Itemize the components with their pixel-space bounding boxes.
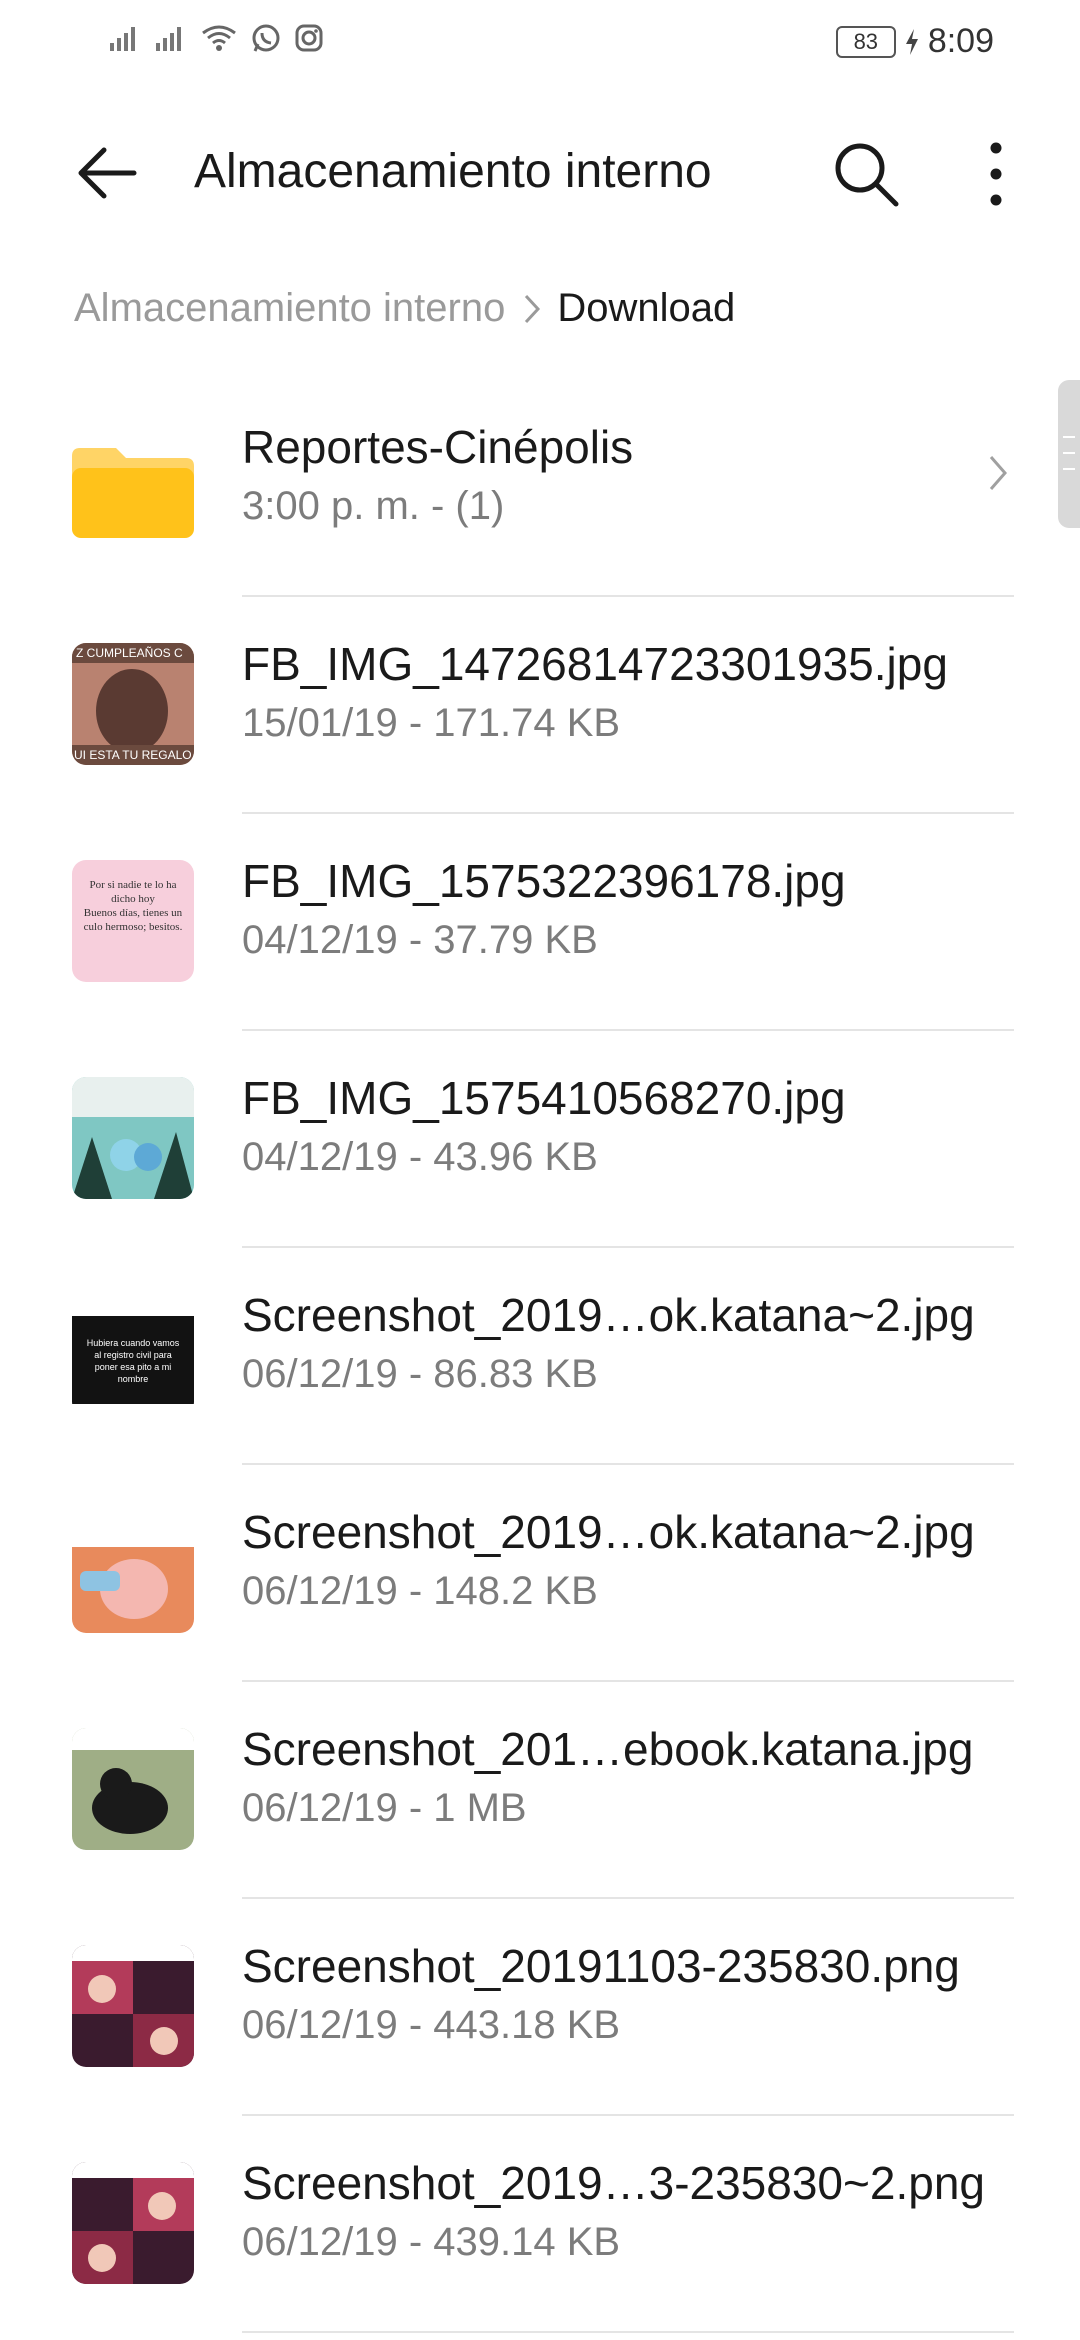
file-row[interactable]: Por si nadie te lo ha dicho hoy Buenos d…: [0, 814, 1080, 1031]
file-row[interactable]: Z CUMPLEAÑOS C UI ESTA TU REGALO FB_IMG_…: [0, 597, 1080, 814]
file-list: Reportes-Cinépolis 3:00 p. m. - (1) Z CU…: [0, 380, 1080, 2333]
svg-text:dicho hoy: dicho hoy: [111, 893, 155, 905]
file-name: Screenshot_201…ebook.katana.jpg: [242, 1723, 974, 1775]
image-thumbnail: [72, 1077, 194, 1199]
svg-text:UI ESTA TU REGALO: UI ESTA TU REGALO: [74, 748, 192, 762]
file-meta: 06/12/19 - 86.83 KB: [242, 1352, 598, 1396]
svg-text:Hubiera cuando vamos: Hubiera cuando vamos: [87, 1338, 180, 1348]
image-thumbnail: Por si nadie te lo ha dicho hoy Buenos d…: [72, 860, 194, 982]
file-meta: 06/12/19 - 443.18 KB: [242, 2003, 621, 2047]
more-options-button[interactable]: [966, 134, 1026, 214]
file-name: Screenshot_2019…ok.katana~2.jpg: [242, 1506, 975, 1558]
file-meta: 06/12/19 - 1 MB: [242, 1786, 527, 1830]
image-thumbnail: [72, 2162, 194, 2284]
signal-icon: [110, 27, 135, 51]
file-meta: 15/01/19 - 171.74 KB: [242, 701, 621, 745]
svg-text:nombre: nombre: [118, 1374, 149, 1384]
wifi-icon: [202, 25, 236, 51]
image-thumbnail: Hubiera cuando vamos al registro civil p…: [72, 1294, 194, 1416]
status-icons-left: [108, 22, 324, 54]
file-row[interactable]: FB_IMG_1575410568270.jpg 04/12/19 - 43.9…: [0, 1031, 1080, 1248]
clock: 8:09: [927, 22, 994, 60]
instagram-icon: [295, 24, 323, 52]
signal-icon-2: [156, 27, 181, 51]
status-icons-right: 83 8:09: [835, 22, 994, 61]
svg-text:culo hermoso; besitos.: culo hermoso; besitos.: [84, 921, 183, 933]
file-name: Screenshot_2019…ok.katana~2.jpg: [242, 1289, 975, 1341]
file-meta: 04/12/19 - 37.79 KB: [242, 918, 598, 962]
scrollbar-thumb[interactable]: [1058, 380, 1080, 528]
search-button[interactable]: [826, 134, 906, 214]
file-name: Screenshot_2019…3-235830~2.png: [242, 2157, 985, 2209]
folder-row[interactable]: Reportes-Cinépolis 3:00 p. m. - (1): [0, 380, 1080, 597]
file-name: FB_IMG_1575410568270.jpg: [242, 1072, 846, 1124]
image-thumbnail: [72, 1511, 194, 1633]
file-name: FB_IMG_1575322396178.jpg: [242, 855, 846, 907]
svg-text:Z CUMPLEAÑOS C: Z CUMPLEAÑOS C: [76, 646, 183, 660]
app-bar: Almacenamiento interno: [0, 118, 1080, 228]
folder-icon: [72, 426, 194, 548]
file-name: Screenshot_20191103-235830.png: [242, 1940, 960, 1992]
search-icon: [835, 143, 899, 207]
svg-text:al registro civil para: al registro civil para: [94, 1350, 172, 1360]
chevron-right-icon: [986, 452, 1010, 499]
whatsapp-icon: [252, 24, 280, 52]
divider: [242, 2331, 1014, 2333]
file-meta: 04/12/19 - 43.96 KB: [242, 1135, 598, 1179]
file-row[interactable]: Screenshot_2019…ok.katana~2.jpg 06/12/19…: [0, 1465, 1080, 1682]
file-row[interactable]: Hubiera cuando vamos al registro civil p…: [0, 1248, 1080, 1465]
folder-name: Reportes-Cinépolis: [242, 421, 634, 473]
file-meta: 06/12/19 - 148.2 KB: [242, 1569, 598, 1613]
file-row[interactable]: Screenshot_20191103-235830.png 06/12/19 …: [0, 1899, 1080, 2116]
file-meta: 06/12/19 - 439.14 KB: [242, 2220, 621, 2264]
file-row[interactable]: Screenshot_201…ebook.katana.jpg 06/12/19…: [0, 1682, 1080, 1899]
breadcrumb-root[interactable]: Almacenamiento interno: [74, 286, 505, 331]
back-button[interactable]: [70, 136, 144, 210]
file-name: FB_IMG_14726814723301935.jpg: [242, 638, 948, 690]
chevron-right-icon: [521, 292, 543, 326]
status-bar: 83 8:09: [0, 0, 1080, 84]
image-thumbnail: [72, 1728, 194, 1850]
page-title: Almacenamiento interno: [194, 145, 712, 198]
more-vert-icon: [990, 142, 1002, 206]
folder-meta: 3:00 p. m. - (1): [242, 484, 505, 528]
breadcrumb: Almacenamiento interno Download: [74, 286, 735, 331]
scroll-grip-line: [1063, 452, 1075, 454]
scroll-grip-line: [1063, 468, 1075, 470]
image-thumbnail: Z CUMPLEAÑOS C UI ESTA TU REGALO: [72, 643, 194, 765]
file-row[interactable]: Screenshot_2019…3-235830~2.png 06/12/19 …: [0, 2116, 1080, 2333]
svg-text:Por si nadie te lo ha: Por si nadie te lo ha: [89, 879, 176, 891]
arrow-back-icon: [78, 147, 137, 199]
svg-text:poner esa pito a mi: poner esa pito a mi: [95, 1362, 172, 1372]
charging-icon: [905, 28, 918, 55]
breadcrumb-current: Download: [557, 286, 736, 330]
battery-icon: 83: [835, 25, 896, 58]
image-thumbnail: [72, 1945, 194, 2067]
scroll-grip-line: [1063, 436, 1075, 438]
svg-text:Buenos días, tienes un: Buenos días, tienes un: [84, 907, 183, 919]
